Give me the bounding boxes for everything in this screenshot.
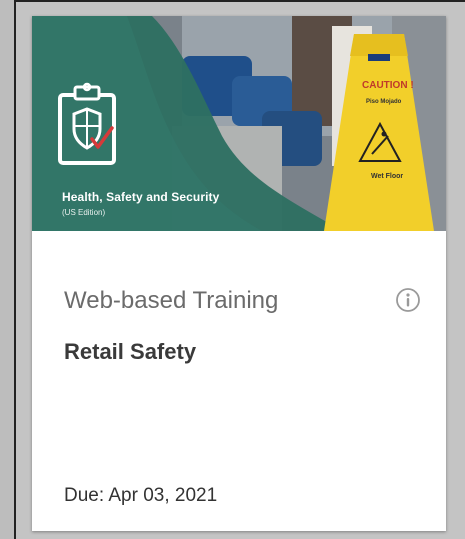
course-banner: CAUTION ! Piso Mojado Wet Floor Health, … xyxy=(32,16,446,231)
banner-subtitle: (US Edition) xyxy=(62,208,106,217)
svg-text:CAUTION !: CAUTION ! xyxy=(362,80,414,91)
training-type-label: Web-based Training xyxy=(64,287,279,314)
due-date: Due: Apr 03, 2021 xyxy=(64,485,218,506)
course-title[interactable]: Retail Safety xyxy=(64,339,196,365)
info-icon[interactable] xyxy=(395,287,421,313)
banner-title: Health, Safety and Security xyxy=(62,190,220,204)
svg-text:Piso Mojado: Piso Mojado xyxy=(366,99,402,105)
course-card[interactable]: CAUTION ! Piso Mojado Wet Floor Health, … xyxy=(32,16,446,531)
card-body: Web-based Training Retail Safety Due: Ap… xyxy=(32,231,446,531)
svg-text:Wet Floor: Wet Floor xyxy=(371,173,403,180)
